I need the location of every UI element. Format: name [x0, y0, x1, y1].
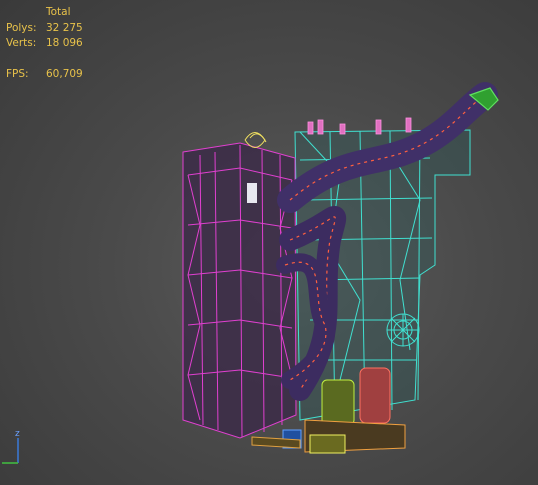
- axis-gizmo: z: [2, 429, 20, 464]
- viewport-3d-scene[interactable]: z: [0, 0, 538, 485]
- engine-block-wireframe: [182, 142, 297, 439]
- z-axis-label: z: [15, 429, 20, 439]
